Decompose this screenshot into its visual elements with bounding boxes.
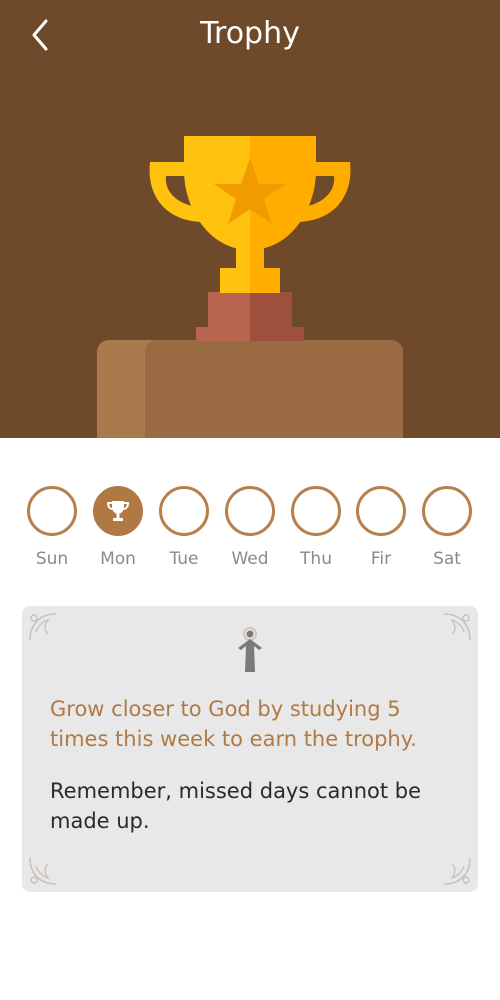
day-label: Wed xyxy=(231,549,269,569)
corner-ornament-icon xyxy=(29,613,57,641)
trophy-hero: Trophy xyxy=(0,0,500,438)
trophy-info-card: Grow closer to God by studying 5 times t… xyxy=(22,606,478,892)
day-label: Fir xyxy=(370,549,392,569)
day-circle-achieved xyxy=(93,486,143,536)
day-circle xyxy=(422,486,472,536)
day-thu[interactable]: Thu xyxy=(287,486,345,570)
day-label: Sat xyxy=(433,549,461,569)
day-label: Sun xyxy=(35,549,69,569)
corner-ornament-icon xyxy=(443,857,471,885)
day-circle xyxy=(27,486,77,536)
day-label: Thu xyxy=(300,549,332,569)
corner-ornament-icon xyxy=(29,857,57,885)
day-tue[interactable]: Tue xyxy=(155,486,213,570)
day-wed[interactable]: Wed xyxy=(221,486,279,570)
missed-days-note: Remember, missed days cannot be made up. xyxy=(50,779,422,833)
day-sun[interactable]: Sun xyxy=(23,486,81,570)
day-sat[interactable]: Sat xyxy=(418,486,476,570)
trophy-icon xyxy=(106,501,130,521)
day-circle xyxy=(356,486,406,536)
day-circle xyxy=(225,486,275,536)
week-progress: Sun Mon Tue Wed Thu Fir Sat xyxy=(0,486,500,576)
day-label: Mon xyxy=(100,549,136,569)
day-mon[interactable]: Mon xyxy=(89,486,147,570)
trophy-illustration xyxy=(97,136,403,438)
day-fri[interactable]: Fir xyxy=(352,486,410,570)
day-circle xyxy=(159,486,209,536)
day-label: Tue xyxy=(169,549,199,569)
trophy-goal-text: Grow closer to God by studying 5 times t… xyxy=(50,697,417,751)
jesus-figure-icon xyxy=(238,627,262,672)
corner-ornament-icon xyxy=(443,613,471,641)
day-circle xyxy=(291,486,341,536)
page-title: Trophy xyxy=(200,16,300,51)
